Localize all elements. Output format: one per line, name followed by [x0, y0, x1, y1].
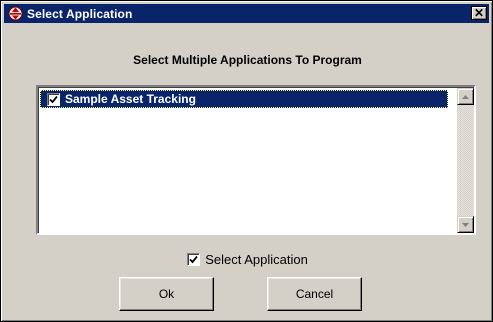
- application-icon: [8, 6, 23, 21]
- ok-button[interactable]: Ok: [119, 277, 214, 311]
- dialog-heading: Select Multiple Applications To Program: [133, 53, 362, 67]
- select-application-label: Select Application: [205, 252, 308, 267]
- cancel-button[interactable]: Cancel: [267, 277, 362, 311]
- close-icon: ✕: [473, 5, 485, 20]
- close-button[interactable]: ✕: [471, 6, 487, 20]
- ok-button-label: Ok: [158, 287, 175, 301]
- select-application-checkbox[interactable]: [187, 253, 201, 266]
- arrow-down-icon: [462, 222, 469, 227]
- cancel-button-label: Cancel: [295, 287, 334, 301]
- application-list-inner: Sample Asset Tracking: [38, 87, 474, 233]
- select-application-option[interactable]: Select Application: [1, 252, 493, 267]
- scroll-down-button[interactable]: [457, 216, 474, 233]
- list-item-checkbox[interactable]: [47, 92, 60, 106]
- checkmark-icon: [49, 95, 58, 103]
- scroll-up-button[interactable]: [457, 88, 474, 105]
- vertical-scrollbar[interactable]: [457, 88, 474, 233]
- list-item-sample-asset-tracking[interactable]: Sample Asset Tracking: [40, 90, 448, 108]
- title-bar[interactable]: Select Application ✕: [4, 4, 489, 23]
- window-title: Select Application: [27, 6, 133, 21]
- list-item-label: Sample Asset Tracking: [65, 92, 196, 106]
- checkmark-icon: [189, 255, 198, 264]
- select-application-dialog: Select Application ✕ Select Multiple App…: [0, 0, 493, 322]
- arrow-up-icon: [462, 94, 469, 99]
- application-list[interactable]: Sample Asset Tracking: [36, 85, 476, 235]
